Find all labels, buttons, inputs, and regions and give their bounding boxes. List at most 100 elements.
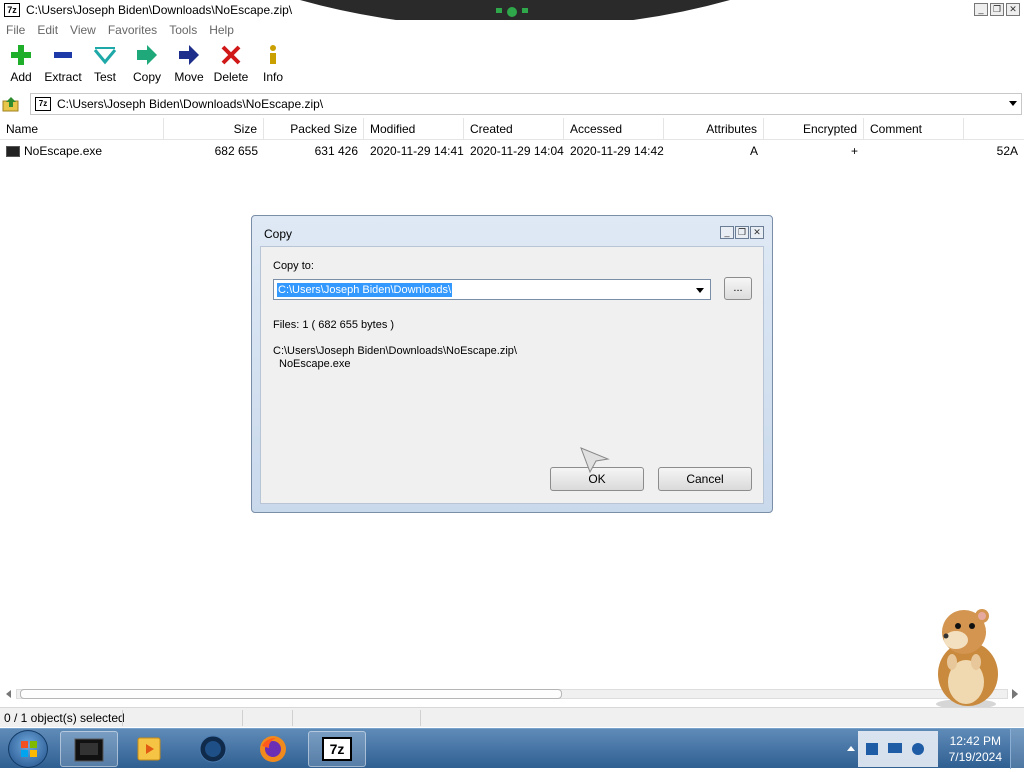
column-attributes[interactable]: Attributes [664,118,764,140]
tray-icons-area [858,731,938,767]
scroll-left-icon[interactable] [6,690,11,698]
dialog-client-area: Copy to: C:\Users\Joseph Biden\Downloads… [260,246,764,504]
address-field[interactable]: 7z C:\Users\Joseph Biden\Downloads\NoEsc… [30,93,1022,115]
info-label: Info [262,70,283,84]
show-desktop-button[interactable] [1010,729,1024,769]
executable-file-icon [6,145,20,157]
info-icon [260,42,286,68]
file-comment [864,141,964,161]
move-button[interactable]: Move [168,42,210,90]
file-extra: 52A [996,144,1018,158]
status-divider [420,710,421,726]
file-encrypted: + [850,144,858,158]
file-list-header: Name Size Packed Size Modified Created A… [0,118,1024,140]
column-extra[interactable] [964,118,1024,140]
extract-label: Extract [44,70,82,84]
file-name-cell: NoEscape.exe [0,141,164,161]
minimize-button[interactable]: _ [974,3,988,16]
delete-button[interactable]: Delete [210,42,252,90]
column-packed-size[interactable]: Packed Size [264,118,364,140]
media-player-icon [137,737,161,761]
status-divider [122,710,123,726]
table-row[interactable]: NoEscape.exe 682 655 631 426 2020-11-29 … [0,141,1024,161]
globe-app-icon [199,735,227,763]
check-icon [92,42,118,68]
column-comment[interactable]: Comment [864,118,964,140]
up-folder-button[interactable] [0,94,22,114]
column-name[interactable]: Name [0,118,164,140]
dialog-maximize-button[interactable]: ❐ [735,226,749,239]
horizontal-scrollbar[interactable] [4,686,1020,702]
copy-to-combobox[interactable]: C:\Users\Joseph Biden\Downloads\ [273,279,711,300]
add-label: Add [10,70,32,84]
cancel-button[interactable]: Cancel [658,467,752,491]
status-divider [242,710,243,726]
double-arrow-icon [134,42,160,68]
copy-button[interactable]: Copy [126,42,168,90]
menu-view[interactable]: View [70,23,96,37]
clock[interactable]: 12:42 PM 7/19/2024 [949,733,1002,765]
arrow-right-icon [176,42,202,68]
taskbar-media-player[interactable] [120,731,178,767]
menu-favorites[interactable]: Favorites [108,23,157,37]
minus-icon [50,42,76,68]
chevron-down-icon[interactable] [1009,101,1017,106]
close-button[interactable]: ✕ [1006,3,1020,16]
start-button[interactable] [8,730,48,768]
hamster-mascot-image [936,609,998,708]
info-button[interactable]: Info [252,42,294,90]
dialog-minimize-button[interactable]: _ [720,226,734,239]
delete-label: Delete [213,70,249,84]
scroll-right-arrow-icon[interactable] [1010,688,1020,700]
column-accessed[interactable]: Accessed [564,118,664,140]
copy-dialog: Copy _ ❐ ✕ Copy to: C:\Users\Joseph Bide… [251,215,773,513]
zip-archive-icon: 7z [35,97,51,111]
status-bar: 0 / 1 object(s) selected [0,707,1024,727]
window-title: C:\Users\Joseph Biden\Downloads\NoEscape… [26,3,293,17]
status-selected: 0 / 1 object(s) selected [4,710,125,725]
tray-expand-icon[interactable] [846,743,856,753]
taskbar-globe-app[interactable] [184,731,242,767]
menu-bar: File Edit View Favorites Tools Help [0,20,1024,40]
extract-button[interactable]: Extract [42,42,84,90]
taskbar-7zip[interactable]: 7z [308,731,366,767]
menu-help[interactable]: Help [209,23,234,37]
windows-logo-icon [21,741,37,757]
chevron-down-icon[interactable] [696,288,704,293]
clock-date: 7/19/2024 [948,750,1002,764]
file-attributes: A [749,144,758,158]
x-icon [218,42,244,68]
test-label: Test [93,70,116,84]
taskbar: 7z 12:42 PM 7/19/2024 [0,728,1024,769]
address-bar: 7z C:\Users\Joseph Biden\Downloads\NoEsc… [0,93,1024,115]
menu-edit[interactable]: Edit [37,23,58,37]
up-folder-icon [2,97,19,112]
column-modified[interactable]: Modified [364,118,464,140]
taskbar-firefox[interactable] [244,731,302,767]
browse-button[interactable]: ... [724,277,752,300]
column-encrypted[interactable]: Encrypted [764,118,864,140]
column-created[interactable]: Created [464,118,564,140]
menu-tools[interactable]: Tools [169,23,197,37]
7zip-app-icon: 7z [4,3,20,17]
add-button[interactable]: Add [0,42,42,90]
tray-icons [866,743,924,755]
firefox-icon [260,736,286,762]
dialog-title: Copy [264,227,293,241]
plus-icon [8,42,34,68]
column-size[interactable]: Size [164,118,264,140]
scroll-thumb[interactable] [20,689,562,699]
files-info: Files: 1 ( 682 655 bytes ) [273,319,395,331]
file-created: 2020-11-29 14:04 [470,144,564,158]
test-button[interactable]: Test [84,42,126,90]
taskbar-terminal[interactable] [60,731,118,767]
dialog-close-button[interactable]: ✕ [750,226,764,239]
file-size: 682 655 [214,144,258,158]
menu-file[interactable]: File [6,23,25,37]
file-modified: 2020-11-29 14:41 [370,144,464,158]
copy-to-value[interactable]: C:\Users\Joseph Biden\Downloads\ [277,282,453,297]
7zip-icon: 7z [322,737,352,761]
file-packed-size: 631 426 [314,144,358,158]
status-divider [292,710,293,726]
maximize-button[interactable]: ❐ [990,3,1004,16]
